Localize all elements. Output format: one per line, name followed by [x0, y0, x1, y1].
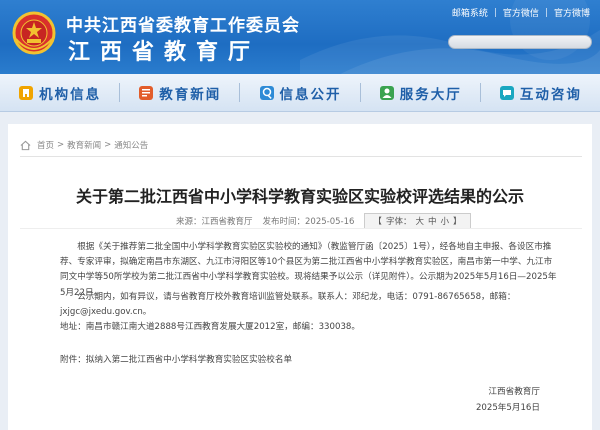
- article-paragraph-2: 公示期内，如有异议，请与省教育厅校外教育培训监管处联系。联系人：邓纪龙，电话：0…: [60, 292, 516, 318]
- font-size-switcher: 【字体：大中小】: [364, 213, 471, 229]
- breadcrumb: 首页 > 教育新闻 > 通知公告: [20, 139, 148, 151]
- nav-label: 服务大厅: [399, 86, 462, 103]
- article-attachment-link[interactable]: 附件：拟纳入第二批江西省中小学科学教育实验区实验校名单: [60, 353, 560, 368]
- meta-divider: [20, 228, 582, 229]
- search-input[interactable]: [448, 35, 592, 49]
- font-size-large[interactable]: 大: [415, 217, 424, 227]
- font-size-label: 字体：: [385, 217, 412, 227]
- nav-item-interactive[interactable]: 互动咨询: [481, 74, 600, 111]
- nav-item-edu-news[interactable]: 教育新闻: [120, 74, 239, 111]
- home-icon: [20, 140, 31, 150]
- national-emblem-icon: [12, 11, 56, 55]
- mail-system-link[interactable]: 邮箱系统: [452, 6, 488, 19]
- font-size-suffix: 】: [453, 217, 462, 227]
- main-nav: 机构信息 教育新闻 信息公开 服务大厅 互动咨询: [0, 74, 600, 112]
- building-icon: [19, 85, 34, 100]
- chat-icon: [499, 85, 514, 100]
- org-name: 中共江西省委教育工作委员会: [66, 16, 300, 36]
- site-header: 中共江西省委教育工作委员会 江西省教育厅 邮箱系统 | 官方微信 | 官方微博: [0, 0, 600, 74]
- nav-label: 信息公开: [279, 86, 342, 103]
- news-icon: [139, 85, 154, 100]
- font-size-small[interactable]: 小: [440, 217, 449, 227]
- link-separator: |: [493, 7, 497, 18]
- nav-item-org-info[interactable]: 机构信息: [0, 74, 119, 111]
- breadcrumb-arrow: >: [57, 140, 65, 150]
- article-address: 地址：南昌市赣江南大道2888号江西教育发展大厦2012室，邮编：330038。: [60, 322, 360, 332]
- service-icon: [379, 85, 394, 100]
- breadcrumb-news[interactable]: 教育新闻: [67, 139, 101, 151]
- article-signature: 江西省教育厅: [488, 387, 540, 397]
- breadcrumb-notice[interactable]: 通知公告: [114, 139, 148, 151]
- nav-label: 互动咨询: [519, 86, 582, 103]
- weibo-link[interactable]: 官方微博: [554, 6, 590, 19]
- nav-label: 教育新闻: [159, 86, 222, 103]
- nav-label: 机构信息: [39, 86, 102, 103]
- breadcrumb-arrow: >: [104, 140, 112, 150]
- font-size-medium[interactable]: 中: [428, 217, 437, 227]
- article-date: 发布时间：2025-05-16: [262, 217, 355, 227]
- breadcrumb-home[interactable]: 首页: [37, 139, 54, 151]
- info-icon: [259, 85, 274, 100]
- top-links: 邮箱系统 | 官方微信 | 官方微博: [452, 6, 590, 20]
- nav-item-service-hall[interactable]: 服务大厅: [361, 74, 480, 111]
- dept-name: 江西省教育厅: [68, 40, 261, 65]
- wechat-link[interactable]: 官方微信: [503, 6, 539, 19]
- article-source: 来源：江西省教育厅: [176, 217, 253, 227]
- breadcrumb-divider: [20, 156, 582, 157]
- font-size-prefix: 【: [373, 217, 382, 227]
- article-signature-date: 2025年5月16日: [475, 403, 540, 413]
- article-meta: 来源：江西省教育厅 发布时间：2025-05-16 【字体：大中小】: [176, 213, 471, 229]
- article-title: 关于第二批江西省中小学科学教育实验区实验校评选结果的公示: [75, 187, 524, 206]
- link-separator: |: [544, 7, 548, 18]
- nav-item-info-public[interactable]: 信息公开: [240, 74, 359, 111]
